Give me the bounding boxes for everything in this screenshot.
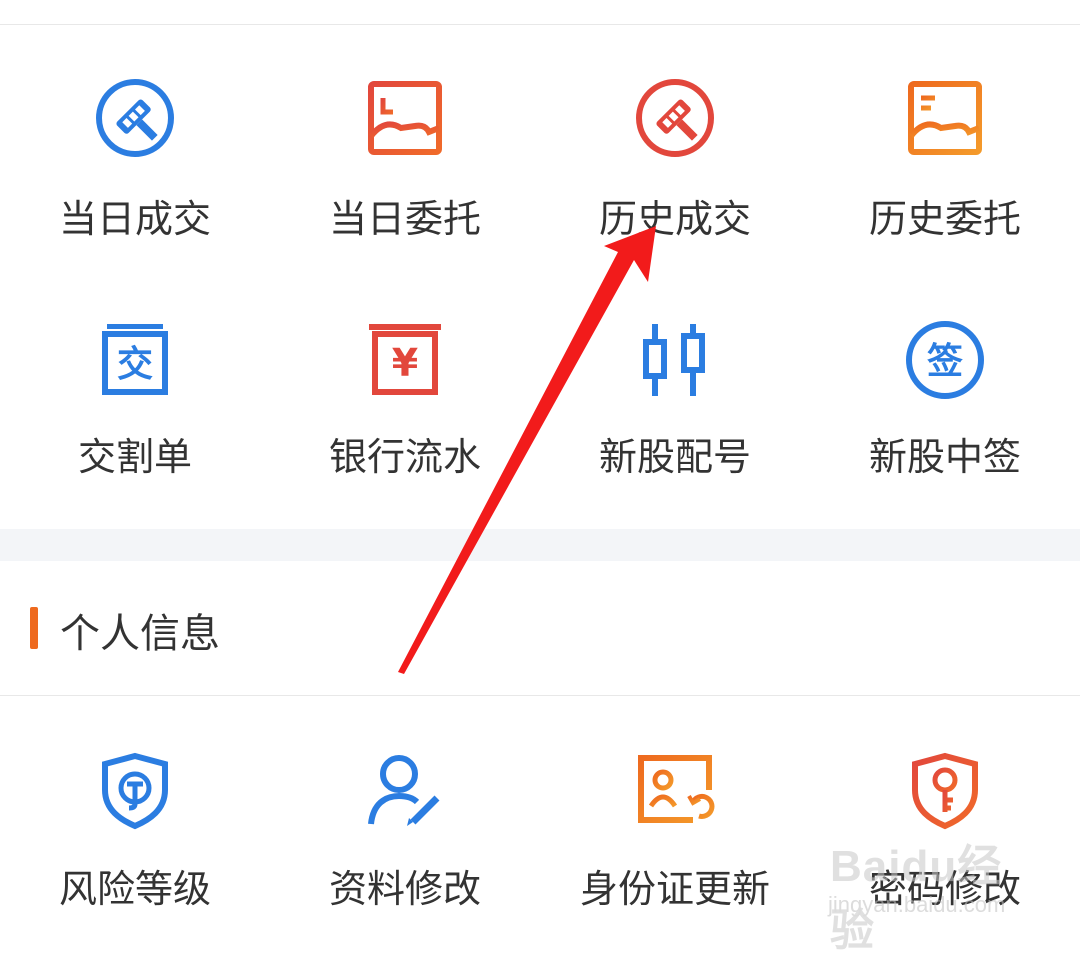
user-edit-icon [365, 750, 445, 830]
id-card-update-item[interactable]: 身份证更新 [540, 700, 810, 940]
ipo-win-item[interactable]: 签 新股中签 [810, 300, 1080, 540]
top-divider [0, 24, 1080, 25]
section-divider [0, 695, 1080, 696]
history-orders-item[interactable]: 历史委托 [810, 60, 1080, 300]
history-trades-item[interactable]: 历史成交 [540, 60, 810, 300]
ipo-allotment-item[interactable]: 新股配号 [540, 300, 810, 540]
delivery-note-item[interactable]: 交 交割单 [0, 300, 270, 540]
bank-statement-icon: ¥ [365, 320, 445, 400]
hand-card-icon [905, 78, 985, 158]
shield-risk-icon [95, 750, 175, 830]
yuan-glyph: ¥ [392, 341, 418, 385]
history-orders-label: 历史委托 [868, 197, 1021, 241]
profile-edit-item[interactable]: 资料修改 [270, 700, 540, 940]
history-trades-label: 历史成交 [598, 197, 751, 241]
section-gap [0, 529, 1080, 561]
hand-card-icon [365, 78, 445, 158]
trade-hammer-icon [95, 78, 175, 158]
trade-hammer-icon [635, 78, 715, 158]
trade-query-row-1: 当日成交 当日委托 历史成交 历史委托 [0, 60, 1080, 300]
candlestick-icon [635, 320, 715, 400]
risk-level-item[interactable]: 风险等级 [0, 700, 270, 940]
baidu-watermark: Baidu经验 jingyan.baidu.com [820, 828, 1030, 955]
personal-info-header: 个人信息 [0, 561, 1080, 695]
trade-query-row-2: 交 交割单 ¥ 银行流水 新股配号 签 新股中签 [0, 300, 1080, 540]
sign-glyph: 签 [927, 341, 963, 382]
shield-key-icon [905, 750, 985, 830]
today-trades-item[interactable]: 当日成交 [0, 60, 270, 300]
section-accent-bar [30, 607, 38, 649]
risk-level-label: 风险等级 [58, 867, 211, 911]
delivery-note-label: 交割单 [77, 435, 192, 479]
today-trades-label: 当日成交 [58, 197, 211, 241]
bank-statement-label: 银行流水 [328, 435, 481, 479]
ipo-win-label: 新股中签 [868, 435, 1021, 479]
today-orders-label: 当日委托 [328, 197, 481, 241]
bank-statement-item[interactable]: ¥ 银行流水 [270, 300, 540, 540]
id-card-refresh-icon [635, 750, 715, 830]
today-orders-item[interactable]: 当日委托 [270, 60, 540, 300]
delivery-glyph: 交 [117, 343, 153, 385]
delivery-note-icon: 交 [95, 320, 175, 400]
profile-edit-label: 资料修改 [328, 867, 481, 911]
ipo-allotment-label: 新股配号 [598, 435, 751, 479]
watermark-url: jingyan.baidu.com [828, 892, 1006, 917]
id-card-update-label: 身份证更新 [579, 867, 770, 911]
section-title: 个人信息 [60, 611, 220, 657]
lottery-win-icon: 签 [905, 320, 985, 400]
